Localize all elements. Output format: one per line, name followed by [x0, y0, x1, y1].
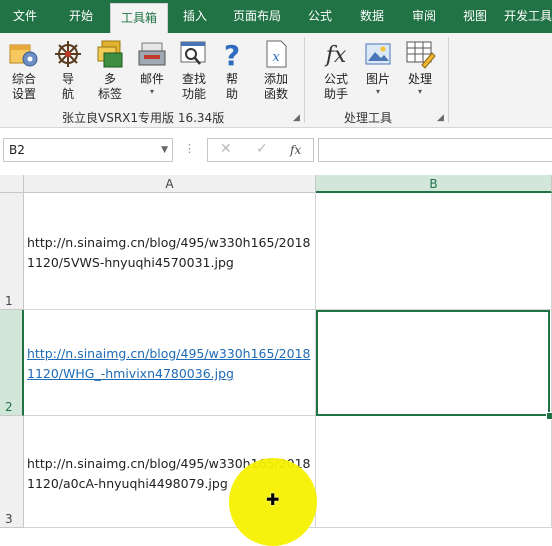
- ribbon-separator: [304, 37, 305, 123]
- tab-formulas[interactable]: 公式: [296, 0, 344, 33]
- cell-a1[interactable]: http://n.sinaimg.cn/blog/495/w330h165/20…: [24, 193, 316, 310]
- navigation-label: 导 航: [61, 72, 74, 101]
- ribbon-separator-2: [448, 37, 449, 123]
- process-button[interactable]: 处理 ▾: [400, 35, 440, 111]
- multi-tab-icon: [97, 40, 123, 68]
- tab-toolbox[interactable]: 工具箱: [110, 3, 168, 33]
- row-header-1[interactable]: 1: [0, 193, 24, 310]
- search-window-icon: [180, 41, 206, 65]
- settings-label: 综合 设置: [11, 72, 36, 101]
- gear-box-icon: [9, 44, 38, 67]
- help-button[interactable]: ? 帮 助: [214, 35, 250, 111]
- mail-dropdown-icon: ▾: [149, 87, 154, 96]
- fill-handle[interactable]: [546, 412, 552, 420]
- settings-button[interactable]: 综合 设置: [4, 35, 44, 111]
- multi-tab-button[interactable]: 多 标签: [90, 35, 130, 111]
- add-function-button[interactable]: x 添加 函数: [255, 35, 297, 111]
- cancel-icon[interactable]: ✕: [220, 141, 232, 157]
- insert-function-button[interactable]: fx: [290, 143, 301, 157]
- row-number: 3: [5, 512, 13, 526]
- mail-button[interactable]: 邮件 ▾: [132, 35, 172, 111]
- column-header-b[interactable]: B: [316, 175, 552, 193]
- tab-developer[interactable]: 开发工具: [504, 0, 552, 33]
- group1-launcher-icon[interactable]: ◢: [293, 113, 300, 123]
- tab-view[interactable]: 视图: [452, 0, 498, 33]
- enter-icon[interactable]: ✓: [256, 141, 268, 157]
- formula-assistant-button[interactable]: fx 公式 助手: [316, 35, 356, 111]
- picture-dropdown-icon: ▾: [375, 87, 380, 96]
- svg-text:?: ?: [224, 39, 240, 69]
- find-function-button[interactable]: 查找 功能: [174, 35, 214, 111]
- cell-b3[interactable]: [316, 416, 552, 528]
- tab-home[interactable]: 开始: [56, 0, 106, 33]
- formula-assistant-label: 公式 助手: [323, 72, 348, 101]
- tab-review[interactable]: 审阅: [400, 0, 448, 33]
- cell-select-cursor-icon: ✚: [266, 490, 280, 509]
- ship-wheel-icon: [55, 41, 81, 67]
- select-all-corner[interactable]: [0, 175, 24, 193]
- svg-text:x: x: [272, 50, 280, 65]
- help-icon: ?: [224, 39, 240, 69]
- formula-bar-resize-handle[interactable]: ⋮: [184, 142, 195, 155]
- mail-icon: [138, 42, 166, 66]
- row-header-3[interactable]: 3: [0, 416, 24, 528]
- tab-file[interactable]: 文件: [0, 0, 50, 33]
- tab-insert[interactable]: 插入: [172, 0, 218, 33]
- tab-data[interactable]: 数据: [348, 0, 396, 33]
- formula-input[interactable]: [318, 138, 552, 162]
- name-box-value: B2: [9, 143, 25, 157]
- multi-tab-label: 多 标签: [97, 72, 122, 101]
- picture-button[interactable]: 图片 ▾: [358, 35, 398, 111]
- picture-icon: [365, 43, 391, 65]
- cell-a2[interactable]: http://n.sinaimg.cn/blog/495/w330h165/20…: [24, 310, 316, 416]
- process-label: 处理: [407, 72, 432, 86]
- ribbon-tab-bar: 文件 开始 工具箱 插入 页面布局 公式 数据 审阅 视图 开发工具: [0, 0, 552, 33]
- ribbon: 综合 设置 导 航 多 标签 邮件 ▾ 查找 功能 ? 帮 助 x 添加 函数 …: [0, 33, 552, 128]
- cell-a2-link[interactable]: http://n.sinaimg.cn/blog/495/w330h165/20…: [27, 344, 313, 384]
- row-number: 1: [5, 294, 13, 308]
- formula-bar: B2 ▼ ⋮ ✕ ✓ fx: [0, 128, 552, 174]
- group1-label: 张立良VSRX1专用版 16.34版: [62, 111, 225, 125]
- fx-icon: fx: [324, 43, 347, 68]
- svg-text:fx: fx: [324, 43, 347, 68]
- formula-buttons: ✕ ✓ fx: [207, 138, 314, 162]
- group2-launcher-icon[interactable]: ◢: [437, 113, 444, 123]
- navigation-button[interactable]: 导 航: [48, 35, 88, 111]
- tab-page-layout[interactable]: 页面布局: [224, 0, 290, 33]
- cell-b1[interactable]: [316, 193, 552, 310]
- mail-label: 邮件: [139, 72, 164, 86]
- process-dropdown-icon: ▾: [417, 87, 422, 96]
- add-function-label: 添加 函数: [263, 72, 288, 101]
- cell-a1-text: http://n.sinaimg.cn/blog/495/w330h165/20…: [27, 235, 311, 270]
- row-header-2[interactable]: 2: [0, 310, 24, 416]
- row-number: 2: [5, 400, 13, 414]
- help-label: 帮 助: [225, 72, 238, 101]
- group2-label: 处理工具: [344, 111, 393, 125]
- find-function-label: 查找 功能: [181, 72, 206, 101]
- function-doc-icon: x: [266, 40, 287, 68]
- column-header-a[interactable]: A: [24, 175, 316, 193]
- active-cell-border: [316, 310, 550, 416]
- name-box[interactable]: B2 ▼: [3, 138, 173, 162]
- table-pencil-icon: [406, 41, 436, 69]
- chevron-down-icon[interactable]: ▼: [161, 139, 168, 161]
- picture-label: 图片: [365, 72, 390, 86]
